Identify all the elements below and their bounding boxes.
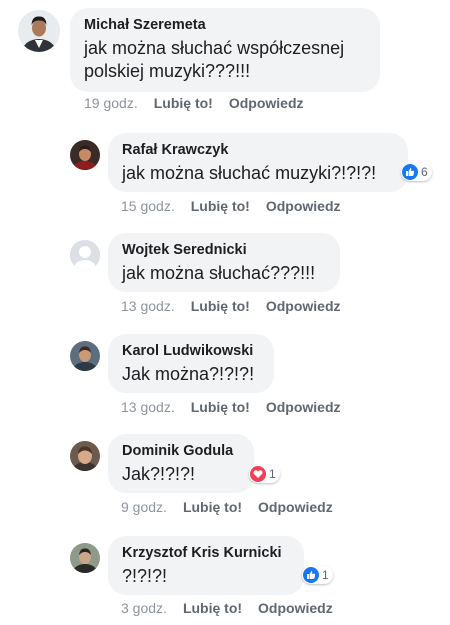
like-button[interactable]: Lubię to!: [191, 399, 250, 415]
comment-text: Jak?!?!?!: [122, 464, 196, 484]
comment-meta: 9 godz. Lubię to! Odpowiedz: [121, 499, 349, 515]
heart-icon: [250, 466, 266, 482]
comment-text: jak można słuchać muzyki?!?!?!: [122, 163, 377, 183]
reply-button[interactable]: Odpowiedz: [266, 198, 341, 214]
comment-timestamp[interactable]: 3 godz.: [121, 600, 167, 616]
avatar[interactable]: [70, 140, 100, 170]
avatar[interactable]: [70, 240, 100, 270]
comment-author[interactable]: Krzysztof Kris Kurnicki: [122, 545, 290, 561]
avatar-photo-icon: [70, 341, 100, 371]
comment-author[interactable]: Wojtek Serednicki: [122, 242, 326, 258]
thumbs-up-icon: [402, 164, 418, 180]
avatar-photo-icon: [70, 543, 100, 573]
avatar[interactable]: [70, 441, 100, 471]
comment-timestamp[interactable]: 9 godz.: [121, 499, 167, 515]
avatar[interactable]: [70, 341, 100, 371]
comment-bubble: Rafał Krawczyk jak można słuchać muzyki?…: [108, 133, 408, 192]
comment-meta: 13 godz. Lubię to! Odpowiedz: [121, 399, 357, 415]
reply-button[interactable]: Odpowiedz: [266, 399, 341, 415]
avatar-photo-icon: [18, 10, 60, 52]
reaction-count[interactable]: 1: [249, 465, 280, 483]
comment-meta: 19 godz. Lubię to! Odpowiedz: [84, 95, 320, 111]
like-button[interactable]: Lubię to!: [191, 198, 250, 214]
comment-text: polskiej muzyki???!!!: [84, 61, 251, 81]
comment-bubble: Wojtek Serednicki jak można słuchać???!!…: [108, 233, 340, 292]
like-button[interactable]: Lubię to!: [183, 600, 242, 616]
comment-author[interactable]: Dominik Godula: [122, 443, 240, 459]
comment-timestamp[interactable]: 15 godz.: [121, 198, 175, 214]
comment-meta: 15 godz. Lubię to! Odpowiedz: [121, 198, 357, 214]
comment-bubble: Michał Szeremeta jak można słuchać współ…: [70, 8, 380, 92]
comment-meta: 3 godz. Lubię to! Odpowiedz: [121, 600, 349, 616]
comment-author[interactable]: Michał Szeremeta: [84, 17, 366, 33]
reaction-count-label: 1: [322, 568, 329, 582]
avatar[interactable]: [70, 543, 100, 573]
reply-button[interactable]: Odpowiedz: [229, 95, 304, 111]
comment-bubble: Karol Ludwikowski Jak można?!?!?!: [108, 334, 274, 393]
reply-button[interactable]: Odpowiedz: [266, 298, 341, 314]
thumbs-up-icon: [303, 567, 319, 583]
comment-text: ?!?!?!: [122, 566, 168, 586]
reply-button[interactable]: Odpowiedz: [258, 499, 333, 515]
comment-author[interactable]: Rafał Krawczyk: [122, 142, 394, 158]
like-button[interactable]: Lubię to!: [191, 298, 250, 314]
comment-timestamp[interactable]: 13 godz.: [121, 298, 175, 314]
comment-text: Jak można?!?!?!: [122, 364, 255, 384]
avatar-photo-icon: [70, 441, 100, 471]
default-avatar-icon: [70, 240, 100, 270]
reaction-count[interactable]: 6: [401, 163, 432, 181]
reaction-count[interactable]: 1: [302, 566, 333, 584]
comment-author[interactable]: Karol Ludwikowski: [122, 343, 260, 359]
like-button[interactable]: Lubię to!: [154, 95, 213, 111]
reply-button[interactable]: Odpowiedz: [258, 600, 333, 616]
reaction-count-label: 6: [421, 165, 428, 179]
comment-timestamp[interactable]: 19 godz.: [84, 95, 138, 111]
comment-bubble: Krzysztof Kris Kurnicki ?!?!?!: [108, 536, 304, 595]
comment-meta: 13 godz. Lubię to! Odpowiedz: [121, 298, 357, 314]
reaction-count-label: 1: [269, 467, 276, 481]
avatar[interactable]: [18, 10, 60, 52]
comment-text: jak można słuchać współczesnej: [84, 38, 345, 58]
comment-timestamp[interactable]: 13 godz.: [121, 399, 175, 415]
like-button[interactable]: Lubię to!: [183, 499, 242, 515]
comment-text: jak można słuchać???!!!: [122, 263, 316, 283]
avatar-photo-icon: [70, 140, 100, 170]
comment-bubble: Dominik Godula Jak?!?!?!: [108, 434, 254, 493]
